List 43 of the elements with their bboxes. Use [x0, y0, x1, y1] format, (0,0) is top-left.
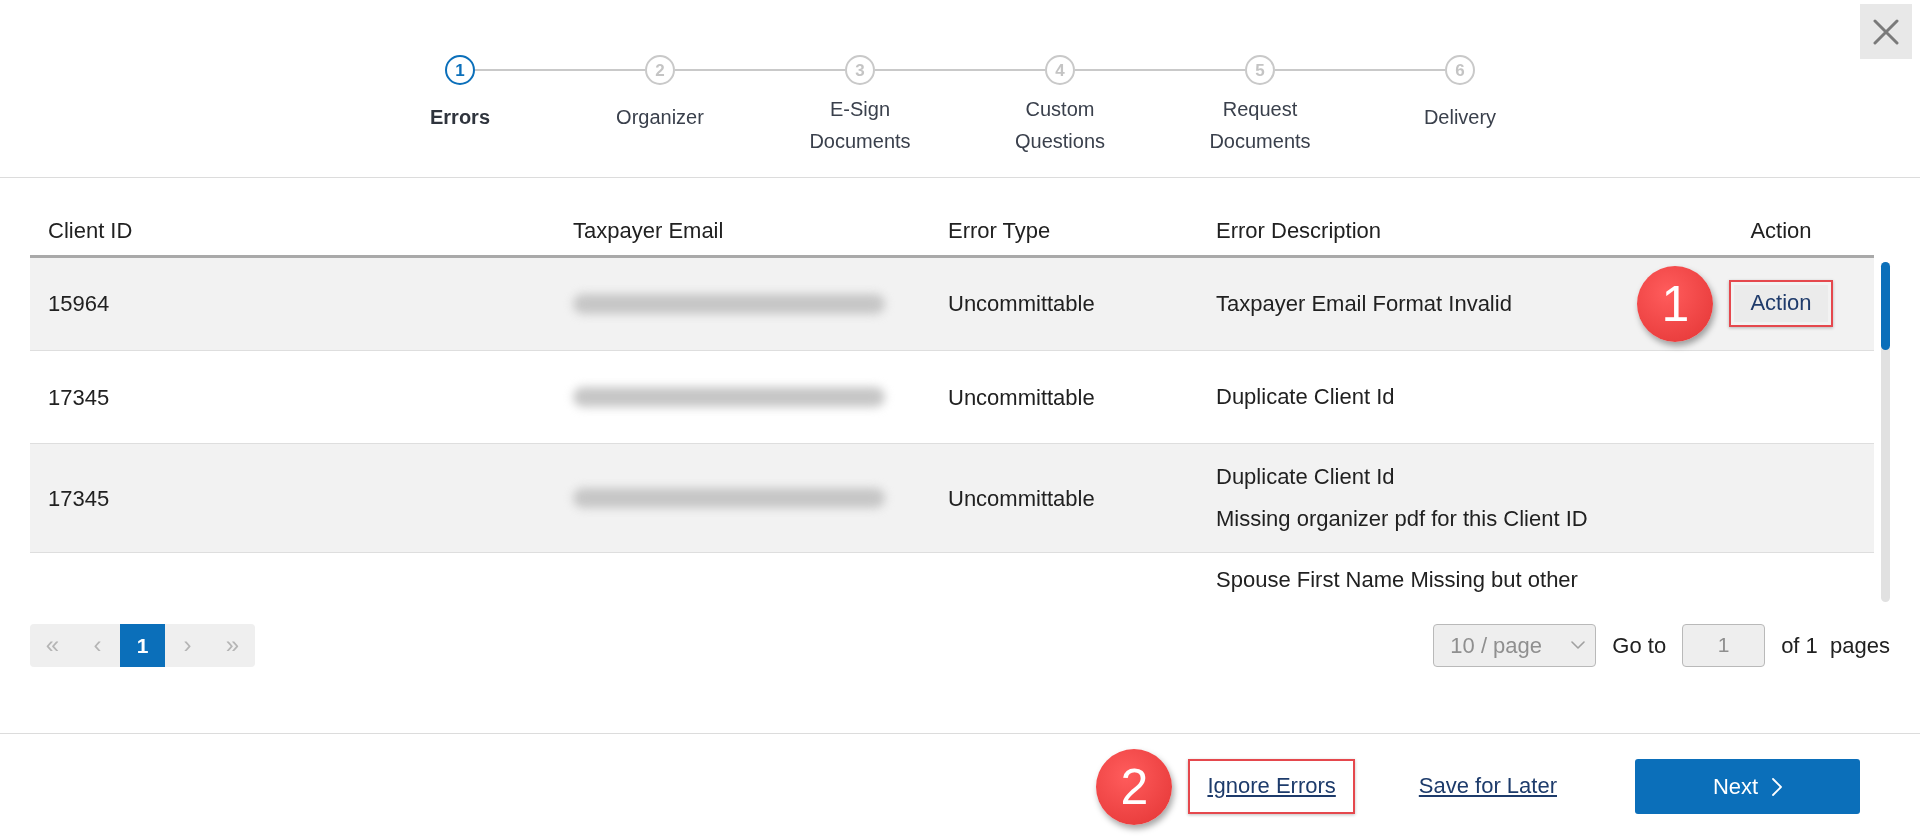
go-to-label: Go to	[1612, 631, 1667, 660]
step-label: Organizer	[616, 105, 704, 130]
step-label: Request Documents	[1208, 97, 1312, 154]
column-header: Action	[1750, 217, 1812, 243]
action-button[interactable]: Action	[1734, 285, 1828, 323]
error-description: Duplicate Client Id	[1216, 383, 1396, 411]
step-number: 2	[645, 55, 675, 85]
primary-button[interactable]: Next	[1635, 759, 1860, 814]
step-label: Errors	[430, 105, 490, 130]
footer-link[interactable]: Ignore Errors	[1193, 764, 1350, 809]
close-button[interactable]	[1860, 4, 1912, 59]
error-description: Spouse First Name Missing but other	[1216, 566, 1579, 594]
column-header: Taxpayer Email	[573, 217, 724, 243]
client-id: 15964	[48, 291, 110, 317]
step-number: 6	[1445, 55, 1475, 85]
scrollbar-thumb[interactable]	[1881, 261, 1890, 350]
callout-number: 1	[1637, 265, 1714, 342]
column-header: Error Type	[948, 217, 1051, 243]
error-type: Uncommittable	[948, 384, 1095, 410]
step-label: E-Sign Documents	[808, 97, 912, 154]
client-id: 17345	[48, 485, 110, 511]
pagination-button[interactable]: 1	[120, 623, 165, 667]
scrollbar-track[interactable]	[1881, 261, 1890, 602]
error-description: Missing organizer pdf for this Client ID	[1216, 505, 1589, 533]
step-number: 3	[845, 55, 875, 85]
footer-link[interactable]: Save for Later	[1404, 764, 1571, 809]
step-label: Custom Questions	[1013, 97, 1107, 154]
callout-number: 2	[1096, 748, 1173, 825]
close-icon	[1873, 18, 1899, 45]
caret-icon	[1571, 640, 1586, 650]
step-number: 4	[1045, 55, 1075, 85]
column-header: Error Description	[1216, 217, 1382, 243]
step-number: 5	[1245, 55, 1275, 85]
step-number: 1	[445, 55, 475, 85]
column-header: Client ID	[48, 217, 133, 243]
client-id: 17345	[48, 384, 110, 410]
error-description: Duplicate Client Id	[1216, 463, 1396, 491]
chevron-right-icon	[1772, 777, 1783, 796]
step-label: Delivery	[1423, 105, 1497, 130]
error-description: Taxpayer Email Format Invalid	[1216, 289, 1513, 318]
error-type: Uncommittable	[948, 291, 1095, 317]
page-count-label: of 1 pages	[1781, 631, 1890, 660]
error-type: Uncommittable	[948, 485, 1095, 511]
